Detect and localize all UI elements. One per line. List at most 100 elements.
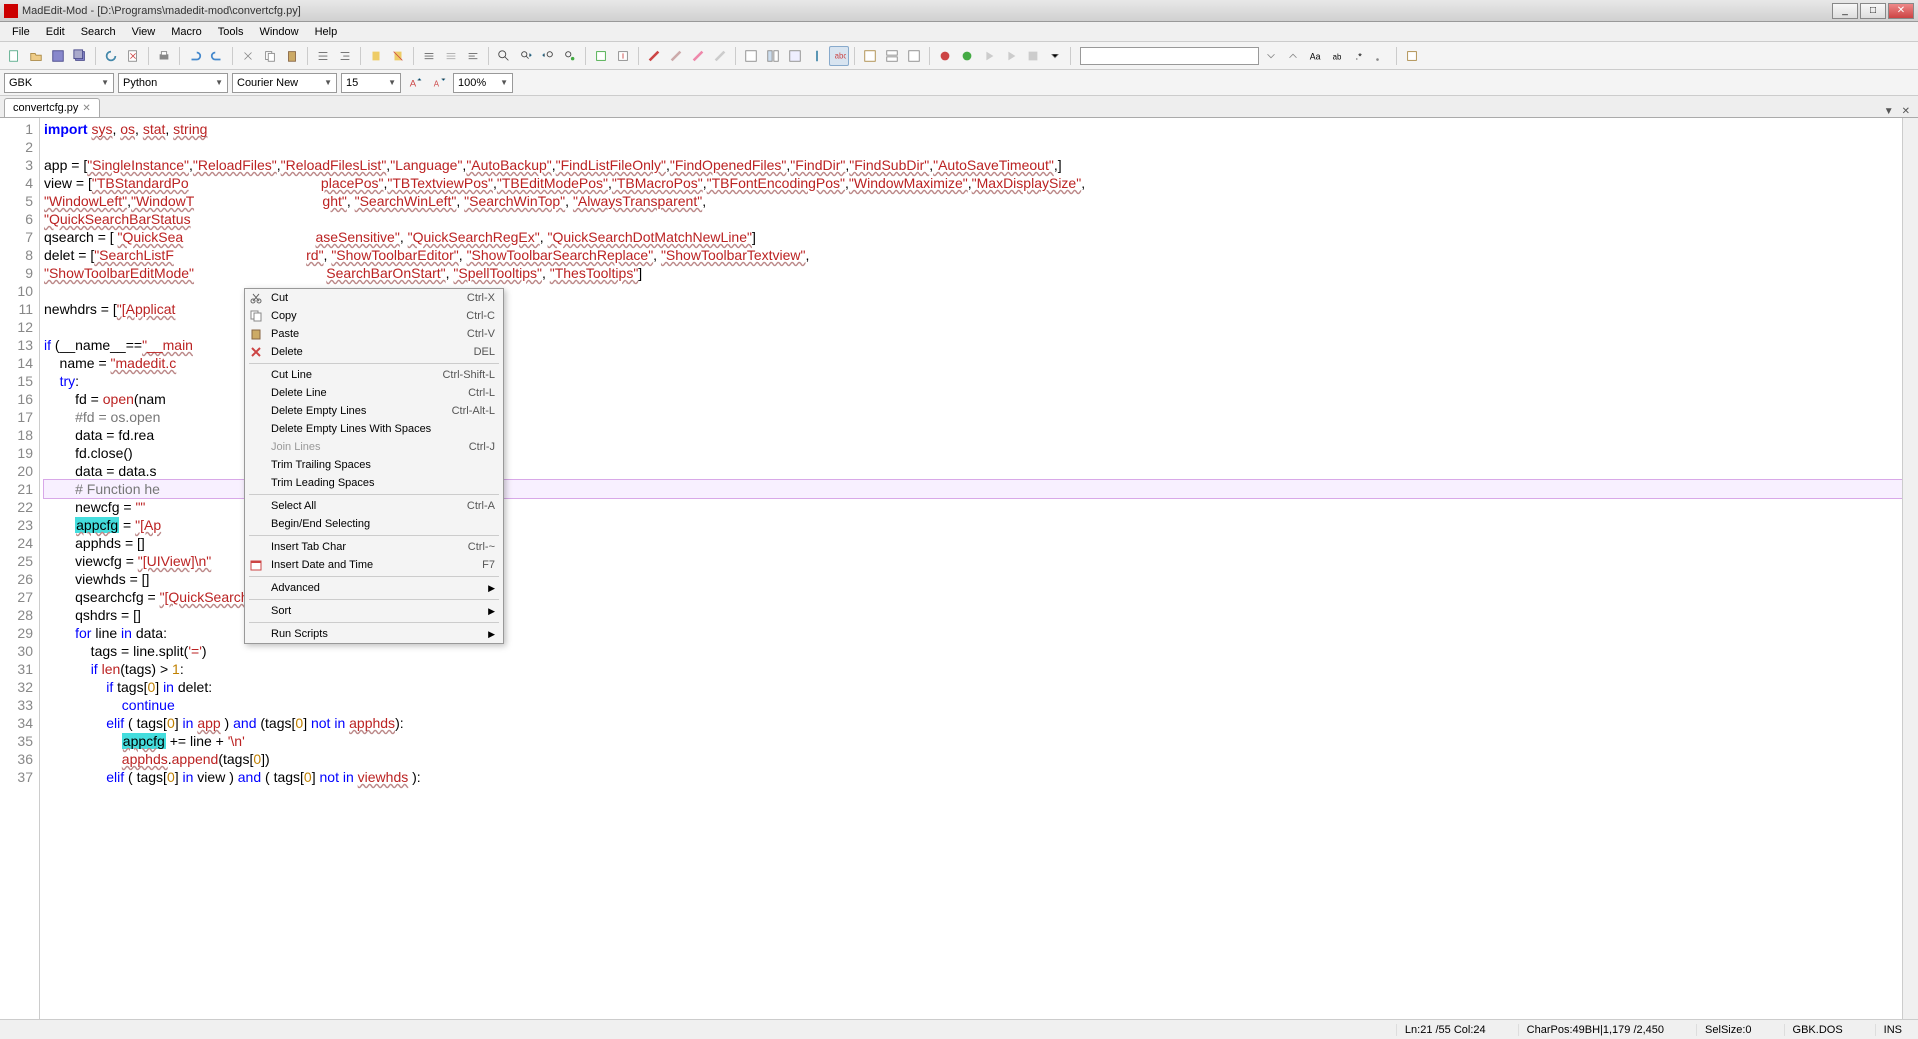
highlight-pink-button[interactable]	[688, 46, 708, 66]
cut-button[interactable]	[238, 46, 258, 66]
reload-button[interactable]	[101, 46, 121, 66]
record-button[interactable]	[935, 46, 955, 66]
menu-file[interactable]: File	[4, 24, 38, 40]
encoding-combo[interactable]: GBK▼	[4, 73, 114, 93]
save-button[interactable]	[48, 46, 68, 66]
find-button[interactable]	[494, 46, 514, 66]
ctx-delete-empty-lines[interactable]: Delete Empty LinesCtrl-Alt-L	[245, 402, 503, 420]
code-line[interactable]: elif ( tags[0] in app ) and (tags[0] not…	[44, 714, 1914, 732]
indent-button[interactable]	[313, 46, 333, 66]
tab-close-all-button[interactable]: ✕	[1898, 106, 1914, 117]
textmode-button[interactable]	[741, 46, 761, 66]
find-prev-button[interactable]	[538, 46, 558, 66]
ctx-copy[interactable]: CopyCtrl-C	[245, 307, 503, 325]
quicksearch-up-button[interactable]	[1283, 46, 1303, 66]
ctx-select-all[interactable]: Select AllCtrl-A	[245, 497, 503, 515]
ctx-trim-leading-spaces[interactable]: Trim Leading Spaces	[245, 474, 503, 492]
code-line[interactable]: "WindowLeft","WindowT ght", "SearchWinLe…	[44, 192, 1914, 210]
format-button[interactable]	[463, 46, 483, 66]
code-line[interactable]: tags = line.split('=')	[44, 642, 1914, 660]
close-button[interactable]: ✕	[1888, 3, 1914, 19]
regex-button[interactable]: .*	[1349, 46, 1369, 66]
highlight-off-button[interactable]	[710, 46, 730, 66]
macro-save-button[interactable]	[1023, 46, 1043, 66]
maximize-button[interactable]: □	[1860, 3, 1886, 19]
window-button[interactable]	[860, 46, 880, 66]
code-line[interactable]: "ShowToolbarEditMode" SearchBarOnStart",…	[44, 264, 1914, 282]
menu-edit[interactable]: Edit	[38, 24, 73, 40]
bookmark-button[interactable]	[366, 46, 386, 66]
ruler-button[interactable]	[807, 46, 827, 66]
tab-convertcfg[interactable]: convertcfg.py ✕	[4, 98, 100, 117]
code-line[interactable]: delet = ["SearchListF rd", "ShowToolbarE…	[44, 246, 1914, 264]
menu-tools[interactable]: Tools	[210, 24, 252, 40]
fontsize-combo[interactable]: 15▼	[341, 73, 401, 93]
uncomment-button[interactable]	[441, 46, 461, 66]
ctx-paste[interactable]: PasteCtrl-V	[245, 325, 503, 343]
code-line[interactable]: if tags[0] in delet:	[44, 678, 1914, 696]
ctx-advanced[interactable]: Advanced▶	[245, 579, 503, 597]
ctx-cut[interactable]: CutCtrl-X	[245, 289, 503, 307]
play-button[interactable]	[979, 46, 999, 66]
hexmode-button[interactable]	[785, 46, 805, 66]
syntax-combo[interactable]: Python▼	[118, 73, 228, 93]
quick-search-input[interactable]	[1080, 47, 1259, 65]
columnmode-button[interactable]	[763, 46, 783, 66]
options-button[interactable]	[1402, 46, 1422, 66]
ctx-trim-trailing-spaces[interactable]: Trim Trailing Spaces	[245, 456, 503, 474]
wholeword-button[interactable]: ab	[1327, 46, 1347, 66]
vsplit-button[interactable]	[904, 46, 924, 66]
highlight-clear-button[interactable]	[666, 46, 686, 66]
ctx-delete-line[interactable]: Delete LineCtrl-L	[245, 384, 503, 402]
ctx-insert-date-and-time[interactable]: Insert Date and TimeF7	[245, 556, 503, 574]
comment-button[interactable]	[419, 46, 439, 66]
play2-button[interactable]	[1001, 46, 1021, 66]
quicksearch-down-button[interactable]	[1261, 46, 1281, 66]
open-file-button[interactable]	[26, 46, 46, 66]
tab-dropdown-button[interactable]: ▼	[1880, 106, 1898, 117]
ctx-sort[interactable]: Sort▶	[245, 602, 503, 620]
zoom-combo[interactable]: 100%▼	[453, 73, 513, 93]
redo-button[interactable]	[207, 46, 227, 66]
find-next-button[interactable]	[516, 46, 536, 66]
code-line[interactable]: elif ( tags[0] in view ) and ( tags[0] n…	[44, 768, 1914, 786]
ctx-delete[interactable]: DeleteDEL	[245, 343, 503, 361]
ctx-cut-line[interactable]: Cut LineCtrl-Shift-L	[245, 366, 503, 384]
code-line[interactable]: apphds.append(tags[0])	[44, 750, 1914, 768]
outdent-button[interactable]	[335, 46, 355, 66]
code-line[interactable]: app = ["SingleInstance","ReloadFiles","R…	[44, 156, 1914, 174]
goto-line-button[interactable]	[613, 46, 633, 66]
menu-macro[interactable]: Macro	[163, 24, 210, 40]
minimize-button[interactable]: _	[1832, 3, 1858, 19]
vertical-scrollbar[interactable]	[1902, 118, 1918, 1019]
split-button[interactable]	[882, 46, 902, 66]
close-file-button[interactable]	[123, 46, 143, 66]
print-button[interactable]	[154, 46, 174, 66]
font-combo[interactable]: Courier New▼	[232, 73, 337, 93]
bookmark-clear-button[interactable]	[388, 46, 408, 66]
undo-button[interactable]	[185, 46, 205, 66]
replace-button[interactable]	[560, 46, 580, 66]
ctx-insert-tab-char[interactable]: Insert Tab CharCtrl-~	[245, 538, 503, 556]
code-line[interactable]: qsearch = [ "QuickSea aseSensitive", "Qu…	[44, 228, 1914, 246]
goto-button[interactable]	[591, 46, 611, 66]
code-line[interactable]	[44, 138, 1914, 156]
font-smaller-button[interactable]: A	[429, 73, 449, 93]
highlight-red-button[interactable]	[644, 46, 664, 66]
ctx-begin-end-selecting[interactable]: Begin/End Selecting	[245, 515, 503, 533]
font-larger-button[interactable]: A	[405, 73, 425, 93]
code-line[interactable]: if len(tags) > 1:	[44, 660, 1914, 678]
code-line[interactable]: appcfg += line + '\n'	[44, 732, 1914, 750]
tab-close-icon[interactable]: ✕	[82, 103, 90, 114]
copy-button[interactable]	[260, 46, 280, 66]
paste-button[interactable]	[282, 46, 302, 66]
ctx-delete-empty-lines-with-spaces[interactable]: Delete Empty Lines With Spaces	[245, 420, 503, 438]
dotall-button[interactable]	[1371, 46, 1391, 66]
code-line[interactable]: import sys, os, stat, string	[44, 120, 1914, 138]
spellcheck-button[interactable]: abc	[829, 46, 849, 66]
code-line[interactable]: continue	[44, 696, 1914, 714]
case-button[interactable]: Aa	[1305, 46, 1325, 66]
menu-search[interactable]: Search	[73, 24, 124, 40]
stop-button[interactable]	[957, 46, 977, 66]
save-all-button[interactable]	[70, 46, 90, 66]
